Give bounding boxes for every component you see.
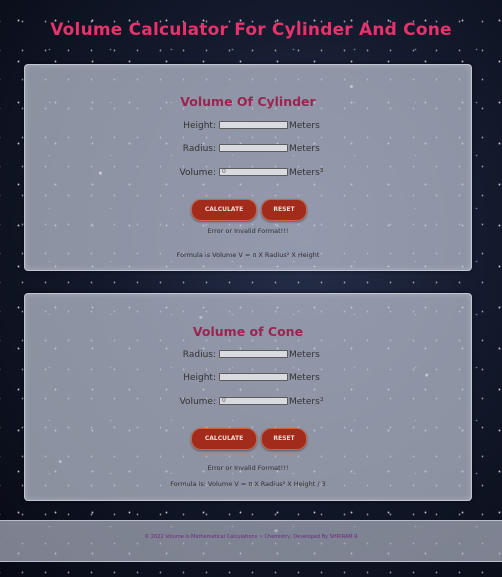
cylinder-volume-output[interactable]: 0 (219, 168, 288, 176)
cone-radius-unit: Meters (289, 350, 320, 360)
cone-height-label: Height: (183, 373, 216, 383)
cylinder-height-unit: Meters (289, 121, 320, 131)
cylinder-error-message: Error or Invalid Format!!! (207, 227, 289, 235)
footer: © 2022 Volume is Mathematical Calculatio… (0, 520, 502, 562)
cone-radius-row: Radius: Meters (25, 349, 471, 363)
cone-title: Volume of Cone (192, 324, 304, 339)
page-title: Volume Calculator For Cylinder And Cone (50, 20, 452, 40)
cone-volume-label: Volume: (179, 397, 216, 407)
cone-reset-button[interactable]: RESET (261, 428, 307, 450)
cylinder-height-label: Height: (183, 121, 216, 131)
cone-volume-unit: Meters³ (289, 397, 324, 407)
cone-height-input[interactable] (219, 373, 288, 381)
cylinder-radius-unit: Meters (289, 144, 320, 154)
cylinder-title: Volume Of Cylinder (180, 94, 316, 109)
cone-radius-label: Radius: (182, 350, 216, 360)
cone-volume-row: Volume: 0 Meters³ (25, 396, 471, 410)
cone-formula: Formula is: Volume V = π X Radius² X Hei… (170, 480, 326, 488)
cone-radius-input[interactable] (219, 350, 288, 358)
cone-height-unit: Meters (289, 373, 320, 383)
cylinder-height-input[interactable] (219, 121, 288, 129)
cone-card: Volume of Cone Radius: Meters Height: Me… (24, 293, 472, 501)
cylinder-calculate-button[interactable]: CALCULATE (191, 199, 257, 221)
cylinder-volume-row: Volume: 0 Meters³ (25, 167, 471, 181)
cone-volume-output[interactable]: 0 (219, 397, 288, 405)
cylinder-formula: Formula is Volume V = π X Radius² X Heig… (176, 251, 320, 259)
cylinder-volume-label: Volume: (179, 168, 216, 178)
cylinder-radius-row: Radius: Meters (25, 143, 471, 157)
cylinder-reset-button[interactable]: RESET (261, 199, 307, 221)
cone-height-row: Height: Meters (25, 372, 471, 386)
footer-copyright: © 2022 Volume is Mathematical Calculatio… (144, 534, 358, 540)
cone-error-message: Error or Invalid Format!!! (207, 464, 289, 472)
cylinder-radius-label: Radius: (182, 144, 216, 154)
cylinder-volume-unit: Meters³ (289, 168, 324, 178)
cylinder-radius-input[interactable] (219, 144, 288, 152)
cylinder-card: Volume Of Cylinder Height: Meters Radius… (24, 64, 472, 271)
cylinder-height-row: Height: Meters (25, 120, 471, 134)
cone-calculate-button[interactable]: CALCULATE (191, 428, 257, 450)
